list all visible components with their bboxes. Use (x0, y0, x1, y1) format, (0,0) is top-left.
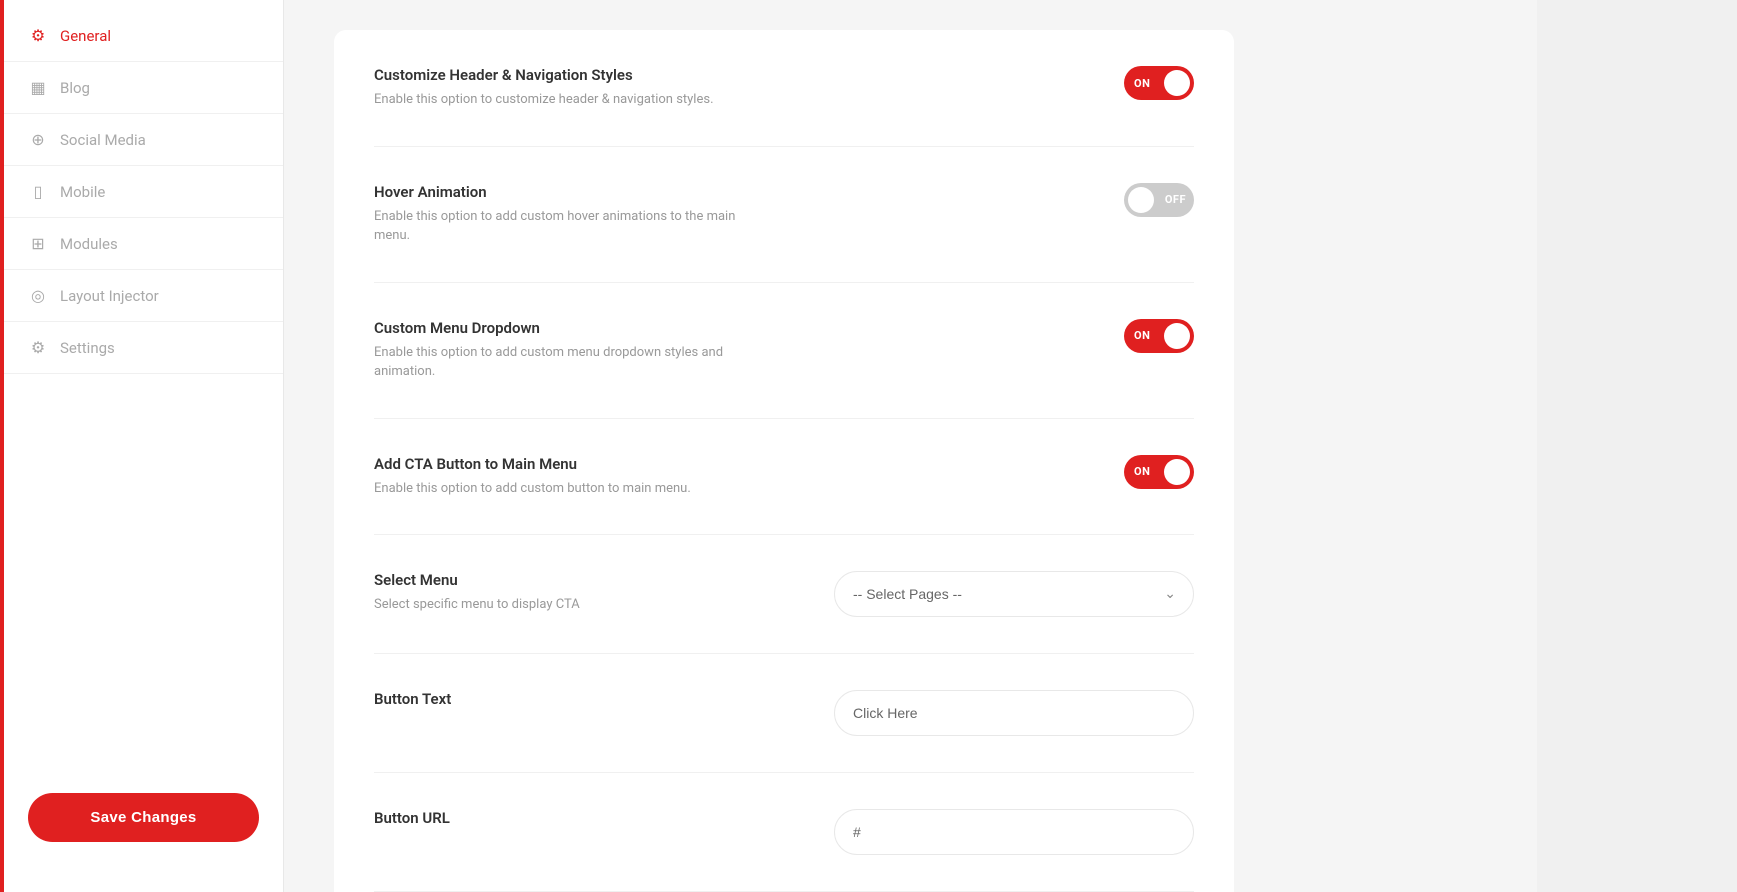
sidebar-nav: ⚙ General ▦ Blog ⊕ Social Media ▯ Mobile… (4, 0, 283, 773)
sidebar-item-label: Layout Injector (60, 287, 159, 305)
select-wrap-select-menu: -- Select Pages -- ⌄ (834, 571, 1194, 617)
toggle-customize-header[interactable]: ON (1124, 66, 1194, 100)
input-button-url[interactable] (834, 809, 1194, 855)
toggle-thumb-customize-header (1164, 70, 1190, 96)
toggle-hover-animation[interactable]: OFF (1124, 183, 1194, 217)
main-content: Customize Header & Navigation Styles Ena… (284, 0, 1537, 892)
sidebar-item-modules[interactable]: ⊞ Modules (4, 218, 283, 270)
setting-title-button-url: Button URL (374, 809, 794, 827)
sidebar-item-settings[interactable]: ⚙ Settings (4, 322, 283, 374)
sidebar-item-label: Social Media (60, 131, 146, 149)
sidebar-item-label: Settings (60, 339, 115, 357)
toggle-on-label-customize-header: ON (1134, 77, 1150, 90)
sidebar-item-layout-injector[interactable]: ◎ Layout Injector (4, 270, 283, 322)
setting-desc-add-cta-button: Enable this option to add custom button … (374, 479, 754, 499)
sidebar-item-label: General (60, 27, 111, 45)
input-button-text[interactable] (834, 690, 1194, 736)
sidebar-item-mobile[interactable]: ▯ Mobile (4, 166, 283, 218)
setting-row-select-menu: Select Menu Select specific menu to disp… (374, 535, 1194, 654)
setting-row-button-url: Button URL (374, 773, 1194, 892)
sidebar-item-general[interactable]: ⚙ General (4, 10, 283, 62)
setting-desc-custom-menu-dropdown: Enable this option to add custom menu dr… (374, 343, 754, 382)
setting-desc-select-menu: Select specific menu to display CTA (374, 595, 754, 615)
setting-title-custom-menu-dropdown: Custom Menu Dropdown (374, 319, 794, 337)
setting-row-button-text: Button Text (374, 654, 1194, 773)
setting-row-customize-header: Customize Header & Navigation Styles Ena… (374, 30, 1194, 147)
layout-injector-icon: ◎ (28, 286, 48, 305)
toggle-on-label-custom-menu-dropdown: ON (1134, 329, 1150, 342)
save-changes-button[interactable]: Save Changes (28, 793, 259, 842)
sidebar-item-social-media[interactable]: ⊕ Social Media (4, 114, 283, 166)
toggle-on-label-add-cta-button: ON (1134, 465, 1150, 478)
sidebar-item-label: Mobile (60, 183, 105, 201)
sidebar: ⚙ General ▦ Blog ⊕ Social Media ▯ Mobile… (4, 0, 284, 892)
toggle-custom-menu-dropdown[interactable]: ON (1124, 319, 1194, 353)
save-button-wrap: Save Changes (4, 773, 283, 862)
toggle-thumb-custom-menu-dropdown (1164, 323, 1190, 349)
social-media-icon: ⊕ (28, 130, 48, 149)
select-select-menu[interactable]: -- Select Pages -- (834, 571, 1194, 617)
blog-icon: ▦ (28, 78, 48, 97)
setting-title-add-cta-button: Add CTA Button to Main Menu (374, 455, 794, 473)
modules-icon: ⊞ (28, 234, 48, 253)
mobile-icon: ▯ (28, 182, 48, 201)
setting-desc-customize-header: Enable this option to customize header &… (374, 90, 754, 110)
setting-row-hover-animation: Hover Animation Enable this option to ad… (374, 147, 1194, 283)
settings-icon: ⚙ (28, 338, 48, 357)
sidebar-item-label: Modules (60, 235, 118, 253)
setting-row-custom-menu-dropdown: Custom Menu Dropdown Enable this option … (374, 283, 1194, 419)
general-icon: ⚙ (28, 26, 48, 45)
toggle-thumb-hover-animation (1128, 187, 1154, 213)
settings-panel: Customize Header & Navigation Styles Ena… (334, 30, 1234, 892)
sidebar-item-blog[interactable]: ▦ Blog (4, 62, 283, 114)
setting-title-select-menu: Select Menu (374, 571, 794, 589)
toggle-add-cta-button[interactable]: ON (1124, 455, 1194, 489)
toggle-off-label-hover-animation: OFF (1165, 193, 1186, 206)
setting-row-add-cta-button: Add CTA Button to Main Menu Enable this … (374, 419, 1194, 536)
setting-desc-hover-animation: Enable this option to add custom hover a… (374, 207, 754, 246)
toggle-thumb-add-cta-button (1164, 459, 1190, 485)
setting-title-customize-header: Customize Header & Navigation Styles (374, 66, 794, 84)
setting-title-hover-animation: Hover Animation (374, 183, 794, 201)
sidebar-item-label: Blog (60, 79, 90, 97)
right-panel (1537, 0, 1737, 892)
setting-title-button-text: Button Text (374, 690, 794, 708)
